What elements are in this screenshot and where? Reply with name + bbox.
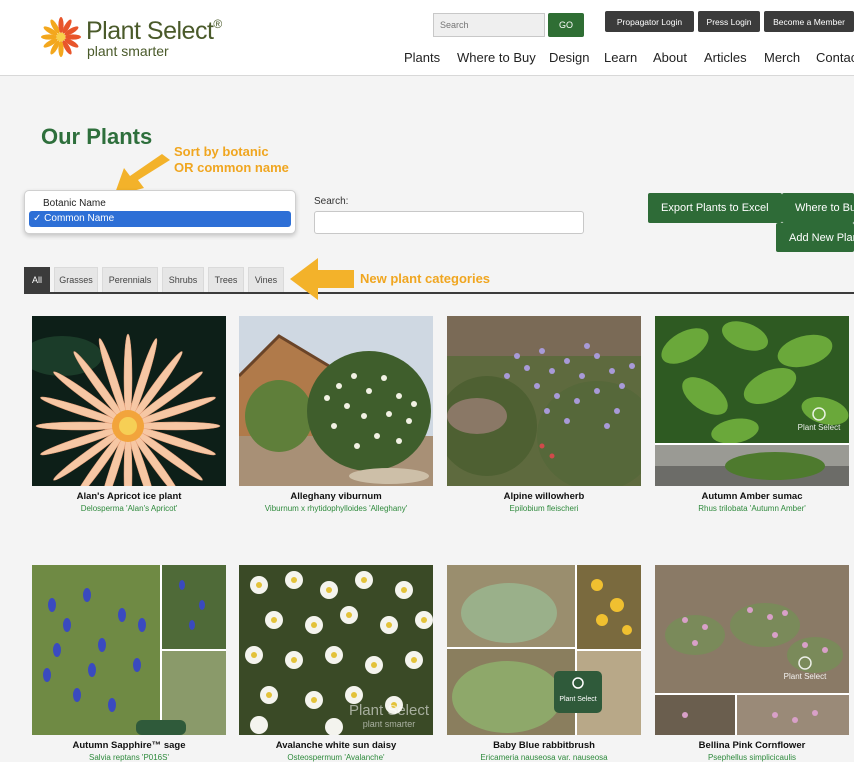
logo-tagline: plant smarter xyxy=(87,43,169,59)
categories-arrow-icon xyxy=(290,258,354,300)
plant-search-input[interactable] xyxy=(314,211,584,234)
plant-image[interactable] xyxy=(32,565,226,735)
site-header: Plant Select® plant smarter GO Propagato… xyxy=(0,0,854,76)
tab-grasses[interactable]: Grasses xyxy=(54,267,98,292)
nav-design[interactable]: Design xyxy=(549,50,589,65)
tab-trees[interactable]: Trees xyxy=(208,267,244,292)
plant-image[interactable]: Plant Select plant smarter xyxy=(239,565,433,735)
nav-contact[interactable]: Contac xyxy=(816,50,854,65)
nav-plants[interactable]: Plants xyxy=(404,50,440,65)
press-login-button[interactable]: Press Login xyxy=(698,11,760,32)
plant-common-name[interactable]: Alpine willowherb xyxy=(437,491,651,502)
plant-image[interactable] xyxy=(32,316,226,486)
sort-option-common-label: Common Name xyxy=(44,213,115,224)
annotation-sort-line-2: OR common name xyxy=(174,160,289,175)
watermark-text: Plant Select xyxy=(559,696,596,703)
nav-learn[interactable]: Learn xyxy=(604,50,637,65)
page-title: Our Plants xyxy=(41,124,153,149)
check-icon: ✓ xyxy=(33,213,42,224)
tab-perennials[interactable]: Perennials xyxy=(102,267,158,292)
watermark-subtext: plant smarter xyxy=(363,719,416,729)
plant-botanic-name: Salvia reptans 'P016S' xyxy=(89,753,169,762)
plant-common-name[interactable]: Avalanche white sun daisy xyxy=(229,740,443,751)
plant-common-name[interactable]: Bellina Pink Cornflower xyxy=(645,740,854,751)
annotation-sort: Sort by botanic OR common name xyxy=(174,144,289,176)
logo[interactable]: Plant Select® plant smarter xyxy=(40,14,230,62)
plant-image[interactable] xyxy=(239,316,433,486)
plant-common-name[interactable]: Alleghany viburnum xyxy=(229,491,443,502)
nav-merch[interactable]: Merch xyxy=(764,50,800,65)
plant-image[interactable]: Plant Select xyxy=(655,565,849,735)
plant-botanic-name: Viburnum x rhytidophylloides 'Alleghany' xyxy=(264,504,408,513)
plant-botanic-name: Osteospermum 'Avalanche' xyxy=(287,753,385,762)
plant-botanic-name: Ericameria nauseosa var. nauseosa xyxy=(480,753,608,762)
plant-botanic-name: Psephellus simplicicaulis xyxy=(707,753,797,762)
sort-option-common[interactable]: ✓ Common Name xyxy=(29,211,291,227)
plant-botanic-name: Rhus trilobata 'Autumn Amber' xyxy=(698,504,806,513)
plant-common-name[interactable]: Autumn Sapphire™ sage xyxy=(22,740,236,751)
nav-articles[interactable]: Articles xyxy=(704,50,747,65)
plant-common-name[interactable]: Baby Blue rabbitbrush xyxy=(437,740,651,751)
tab-vines[interactable]: Vines xyxy=(248,267,284,292)
logo-registered-mark: ® xyxy=(213,17,222,31)
export-excel-button[interactable]: Export Plants to Excel xyxy=(648,193,782,223)
plant-botanic-name: Epilobium fleischeri xyxy=(509,504,579,513)
tab-shrubs[interactable]: Shrubs xyxy=(162,267,204,292)
plant-image[interactable] xyxy=(447,316,641,486)
nav-about[interactable]: About xyxy=(653,50,687,65)
header-search-input[interactable] xyxy=(433,13,545,37)
watermark-text: Plant Select xyxy=(798,423,841,432)
annotation-categories: New plant categories xyxy=(360,271,491,286)
search-label: Search: xyxy=(314,196,349,207)
tabs-underline xyxy=(24,292,854,294)
become-member-button[interactable]: Become a Member xyxy=(764,11,854,32)
plant-image[interactable]: Plant Select xyxy=(655,316,849,486)
watermark-text: Plant Select xyxy=(349,702,430,719)
sort-option-botanic[interactable]: Botanic Name xyxy=(29,196,291,212)
where-to-buy-button[interactable]: Where to Bu xyxy=(782,193,854,223)
watermark-text: Plant Select xyxy=(784,672,827,681)
annotation-sort-line-1: Sort by botanic xyxy=(174,144,269,159)
plant-image[interactable]: Plant Select xyxy=(447,565,641,735)
tab-all[interactable]: All xyxy=(24,267,50,292)
logo-title: Plant Select® xyxy=(86,17,222,45)
add-new-plant-button[interactable]: Add New Plan xyxy=(776,223,854,252)
plant-common-name[interactable]: Autumn Amber sumac xyxy=(645,491,854,502)
go-button[interactable]: GO xyxy=(548,13,584,37)
plant-botanic-name: Delosperma 'Alan's Apricot' xyxy=(80,504,178,513)
plant-common-name[interactable]: Alan's Apricot ice plant xyxy=(22,491,236,502)
propagator-login-button[interactable]: Propagator Login xyxy=(605,11,694,32)
sort-dropdown[interactable]: Botanic Name ✓ Common Name xyxy=(24,190,296,234)
flower-logo-icon xyxy=(41,17,81,57)
nav-where-to-buy[interactable]: Where to Buy xyxy=(457,50,536,65)
